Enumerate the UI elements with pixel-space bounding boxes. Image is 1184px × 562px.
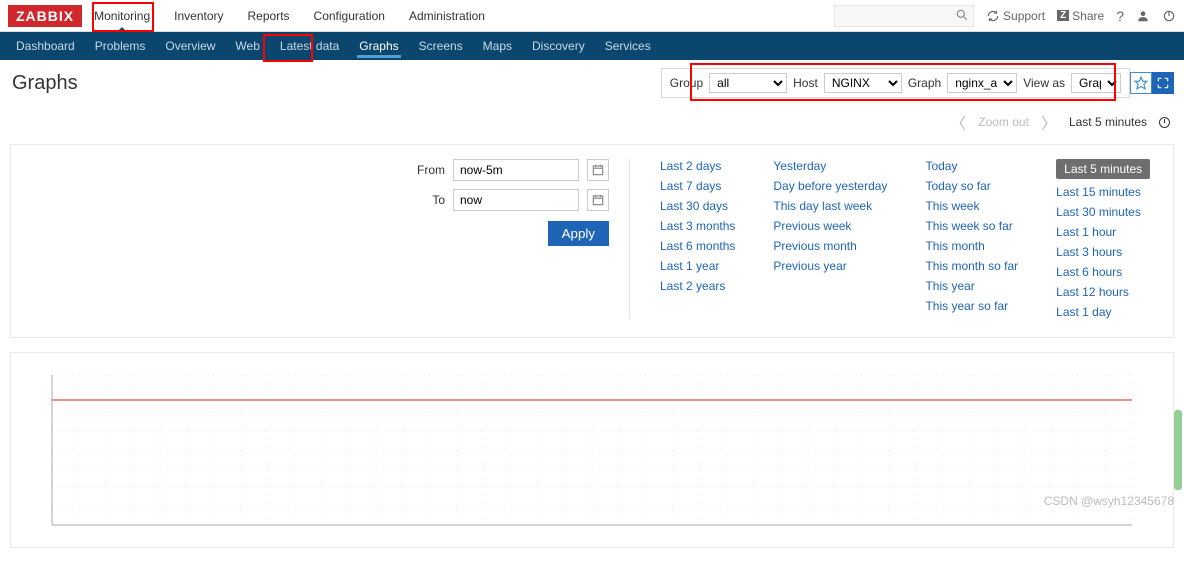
preset-link[interactable]: Last 3 hours bbox=[1056, 245, 1150, 259]
clock-icon[interactable] bbox=[1159, 117, 1170, 128]
top-nav-right: Support Z Share ? bbox=[834, 5, 1176, 27]
page-title: Graphs bbox=[12, 72, 78, 95]
preset-link[interactable]: Last 5 minutes bbox=[1056, 159, 1150, 179]
zoom-out-button[interactable]: Zoom out bbox=[978, 115, 1029, 129]
preset-link[interactable]: Last 3 months bbox=[660, 219, 735, 233]
subnav-overview[interactable]: Overview bbox=[155, 32, 225, 60]
subnav-maps[interactable]: Maps bbox=[473, 32, 522, 60]
preset-link[interactable]: Last 30 minutes bbox=[1056, 205, 1150, 219]
from-input[interactable] bbox=[453, 159, 579, 181]
preset-col-4: Last 5 minutes Last 15 minutes Last 30 min… bbox=[1056, 159, 1150, 319]
preset-col-3: Today Today so far This week This week so f… bbox=[925, 159, 1018, 319]
preset-link[interactable]: This month bbox=[925, 239, 1018, 253]
preset-link[interactable]: Last 2 days bbox=[660, 159, 735, 173]
top-nav-items: Monitoring Inventory Reports Configurati… bbox=[82, 0, 497, 31]
preset-link[interactable]: This year so far bbox=[925, 299, 1018, 313]
preset-link[interactable]: Previous year bbox=[773, 259, 887, 273]
to-label: To bbox=[409, 193, 445, 207]
group-select[interactable]: all bbox=[709, 73, 787, 93]
time-presets: Last 2 days Last 7 days Last 30 days Last 3… bbox=[660, 159, 1150, 319]
to-input[interactable] bbox=[453, 189, 579, 211]
preset-link[interactable]: This day last week bbox=[773, 199, 887, 213]
subnav-graphs[interactable]: Graphs bbox=[349, 32, 408, 60]
from-calendar-icon[interactable] bbox=[587, 159, 609, 181]
time-range-label: Last 5 minutes bbox=[1069, 115, 1147, 129]
apply-button[interactable]: Apply bbox=[548, 221, 609, 246]
topnav-reports[interactable]: Reports bbox=[236, 0, 302, 31]
preset-link[interactable]: Last 30 days bbox=[660, 199, 735, 213]
host-label: Host bbox=[793, 76, 818, 90]
time-form: From To Apply bbox=[409, 159, 609, 319]
topnav-administration[interactable]: Administration bbox=[397, 0, 497, 31]
logo: ZABBIX bbox=[8, 5, 82, 27]
host-select[interactable]: NGINX bbox=[824, 73, 902, 93]
header-strip: Graphs Group all Host NGINX Graph nginx_… bbox=[0, 60, 1184, 106]
preset-link[interactable]: This week bbox=[925, 199, 1018, 213]
z-icon: Z bbox=[1057, 10, 1069, 21]
to-calendar-icon[interactable] bbox=[587, 189, 609, 211]
preset-col-1: Last 2 days Last 7 days Last 30 days Last 3… bbox=[660, 159, 735, 319]
preset-link[interactable]: Last 2 years bbox=[660, 279, 735, 293]
preset-link[interactable]: Last 6 months bbox=[660, 239, 735, 253]
preset-link[interactable]: This month so far bbox=[925, 259, 1018, 273]
chart-panel bbox=[10, 352, 1174, 548]
search-icon bbox=[955, 8, 969, 25]
view-as-label: View as bbox=[1023, 76, 1065, 90]
from-label: From bbox=[409, 163, 445, 177]
filter-bar: Group all Host NGINX Graph nginx_alive V… bbox=[661, 68, 1130, 98]
subnav-web[interactable]: Web bbox=[225, 32, 269, 60]
subnav-services[interactable]: Services bbox=[595, 32, 661, 60]
global-search[interactable] bbox=[834, 5, 974, 27]
user-icon[interactable] bbox=[1136, 9, 1150, 23]
preset-link[interactable]: Previous week bbox=[773, 219, 887, 233]
preset-link[interactable]: Today so far bbox=[925, 179, 1018, 193]
fullscreen-button[interactable] bbox=[1152, 72, 1174, 94]
preset-link[interactable]: Last 12 hours bbox=[1056, 285, 1150, 299]
graph-label: Graph bbox=[908, 76, 941, 90]
graph-select[interactable]: nginx_alive bbox=[947, 73, 1017, 93]
support-link[interactable]: Support bbox=[986, 9, 1045, 23]
preset-link[interactable]: This year bbox=[925, 279, 1018, 293]
scrollbar-indicator bbox=[1174, 410, 1182, 490]
subnav-latest-data[interactable]: Latest data bbox=[270, 32, 349, 60]
preset-link[interactable]: Today bbox=[925, 159, 1018, 173]
preset-link[interactable]: Last 1 hour bbox=[1056, 225, 1150, 239]
preset-link[interactable]: Day before yesterday bbox=[773, 179, 887, 193]
share-link[interactable]: Z Share bbox=[1057, 9, 1104, 23]
preset-link[interactable]: Last 1 day bbox=[1056, 305, 1150, 319]
subnav-dashboard[interactable]: Dashboard bbox=[6, 32, 85, 60]
time-filter-panel: From To Apply Last 2 daysLast 7 daysLast… bbox=[10, 144, 1174, 338]
top-nav: ZABBIX Monitoring Inventory Reports Conf… bbox=[0, 0, 1184, 32]
preset-link[interactable]: Yesterday bbox=[773, 159, 887, 173]
preset-link[interactable]: Last 7 days bbox=[660, 179, 735, 193]
support-label: Support bbox=[1003, 9, 1045, 23]
time-nav: 〈 Zoom out 〉 Last 5 minutes bbox=[0, 106, 1184, 138]
subnav-screens[interactable]: Screens bbox=[409, 32, 473, 60]
preset-link[interactable]: Last 1 year bbox=[660, 259, 735, 273]
topnav-configuration[interactable]: Configuration bbox=[302, 0, 397, 31]
topnav-inventory[interactable]: Inventory bbox=[162, 0, 235, 31]
preset-link[interactable]: Last 6 hours bbox=[1056, 265, 1150, 279]
time-prev-icon[interactable]: 〈 bbox=[950, 110, 966, 134]
watermark: CSDN @wsyh12345678 bbox=[1044, 494, 1174, 508]
fullscreen-icon bbox=[1156, 76, 1170, 90]
power-icon[interactable] bbox=[1162, 9, 1176, 23]
sub-nav: Dashboard Problems Overview Web Latest d… bbox=[0, 32, 1184, 60]
subnav-discovery[interactable]: Discovery bbox=[522, 32, 595, 60]
divider bbox=[629, 159, 630, 319]
topnav-monitoring[interactable]: Monitoring bbox=[82, 0, 162, 31]
preset-link[interactable]: This week so far bbox=[925, 219, 1018, 233]
view-as-select[interactable]: Graph bbox=[1071, 73, 1121, 93]
star-icon bbox=[1134, 76, 1148, 90]
preset-col-2: Yesterday Day before yesterday This day la… bbox=[773, 159, 887, 319]
refresh-icon bbox=[986, 9, 1000, 23]
preset-link[interactable]: Previous month bbox=[773, 239, 887, 253]
preset-link[interactable]: Last 15 minutes bbox=[1056, 185, 1150, 199]
favorite-button[interactable] bbox=[1130, 72, 1152, 94]
subnav-problems[interactable]: Problems bbox=[85, 32, 156, 60]
share-label: Share bbox=[1072, 9, 1104, 23]
time-next-icon[interactable]: 〉 bbox=[1041, 110, 1057, 134]
group-label: Group bbox=[670, 76, 703, 90]
help-icon[interactable]: ? bbox=[1116, 8, 1124, 24]
